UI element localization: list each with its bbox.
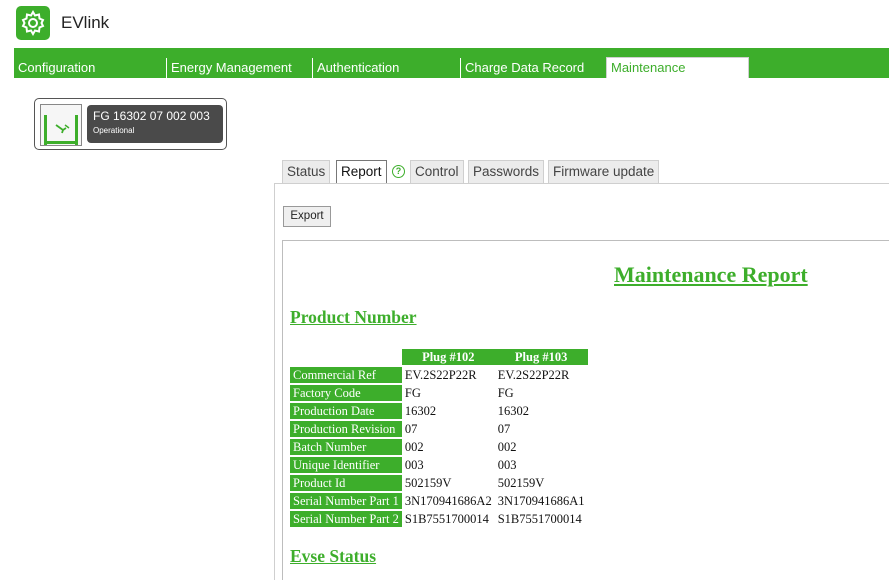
row-label: Production Revision: [290, 421, 402, 437]
row-label: Product Id: [290, 475, 402, 491]
table-header-row: Plug #102 Plug #103: [290, 349, 588, 365]
row-label: Serial Number Part 1: [290, 493, 402, 509]
cell: 502159V: [497, 475, 545, 490]
tab-passwords[interactable]: Passwords: [468, 160, 545, 184]
table-row: Serial Number Part 1 3N170941686A2 3N170…: [290, 493, 588, 509]
column-header: Plug #102: [401, 349, 495, 365]
export-button[interactable]: Export: [283, 206, 331, 227]
cell: 07: [497, 421, 511, 436]
table-row: Unique Identifier 003 003: [290, 457, 588, 473]
row-label: Batch Number: [290, 439, 402, 455]
device-name: FG 16302 07 002 003: [93, 109, 210, 123]
cell: S1B7551700014: [497, 511, 582, 526]
cell: FG: [497, 385, 514, 400]
cell: S1B7551700014: [404, 511, 489, 526]
table-row: Commercial Ref EV.2S22P22R EV.2S22P22R: [290, 367, 588, 383]
cell: 002: [404, 439, 424, 454]
table-row: Factory Code FG FG: [290, 385, 588, 401]
cell: 002: [497, 439, 517, 454]
cell: EV.2S22P22R: [404, 367, 477, 382]
table-row: Product Id 502159V 502159V: [290, 475, 588, 491]
row-label: Commercial Ref: [290, 367, 402, 383]
device-info: FG 16302 07 002 003 Operational: [87, 105, 223, 143]
tab-firmware-update[interactable]: Firmware update: [548, 160, 660, 184]
tab-control[interactable]: Control: [410, 160, 464, 184]
cell: 003: [404, 457, 424, 472]
cell: 3N170941686A1: [497, 493, 585, 508]
table-row: Production Date 16302 16302: [290, 403, 588, 419]
row-label: Production Date: [290, 403, 402, 419]
cell: 3N170941686A2: [404, 493, 492, 508]
tab-status[interactable]: Status: [282, 160, 331, 184]
tab-energy-management[interactable]: Energy Management: [166, 58, 306, 78]
help-circle-icon[interactable]: ?: [392, 165, 405, 178]
section-product-number: Product Number: [290, 307, 417, 327]
cell: FG: [404, 385, 421, 400]
tab-report[interactable]: Report: [336, 160, 387, 184]
cell: 16302: [404, 403, 437, 418]
device-status: Operational: [93, 126, 135, 135]
main-nav: Configuration Energy Management Authenti…: [0, 48, 889, 78]
table-row: Serial Number Part 2 S1B7551700014 S1B75…: [290, 511, 588, 527]
row-label: Serial Number Part 2: [290, 511, 402, 527]
cell: 16302: [497, 403, 529, 418]
tab-maintenance[interactable]: Maintenance: [606, 57, 749, 78]
product-number-table: Plug #102 Plug #103 Commercial Ref EV.2S…: [290, 347, 588, 529]
gear-icon[interactable]: [16, 6, 50, 40]
report-title: Maintenance Report: [614, 262, 808, 287]
cell: 07: [404, 421, 418, 436]
row-label: Factory Code: [290, 385, 402, 401]
app-header: EVlink: [0, 0, 889, 48]
column-header: Plug #103: [494, 349, 588, 365]
section-evse-status: Evse Status: [290, 546, 377, 566]
row-label: Unique Identifier: [290, 457, 402, 473]
tab-charge-data-record[interactable]: Charge Data Record: [460, 58, 602, 78]
cell: 003: [497, 457, 517, 472]
charging-station-icon: [40, 104, 82, 146]
cell: EV.2S22P22R: [497, 367, 570, 382]
device-card[interactable]: FG 16302 07 002 003 Operational: [34, 98, 227, 150]
table-row: Production Revision 07 07: [290, 421, 588, 437]
tab-configuration[interactable]: Configuration: [14, 58, 160, 78]
table-row: Batch Number 002 002: [290, 439, 588, 455]
cell: 502159V: [404, 475, 452, 490]
tab-authentication[interactable]: Authentication: [312, 58, 454, 78]
brand-name: EVlink: [61, 13, 110, 32]
